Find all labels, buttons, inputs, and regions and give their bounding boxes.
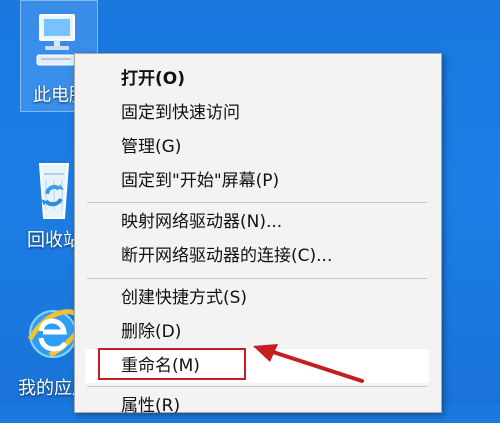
- menu-item-create-shortcut[interactable]: 创建快捷方式(S): [85, 281, 429, 315]
- menu-item-open[interactable]: 打开(O): [85, 62, 429, 96]
- menu-separator: [87, 278, 427, 279]
- menu-item-properties[interactable]: 属性(R): [85, 389, 429, 423]
- menu-item-disconnect-network-drive[interactable]: 断开网络驱动器的连接(C)...: [85, 239, 429, 273]
- menu-item-pin-start[interactable]: 固定到"开始"屏幕(P): [85, 164, 429, 198]
- menu-item-delete[interactable]: 删除(D): [85, 315, 429, 349]
- context-menu: 打开(O) 固定到快速访问 管理(G) 固定到"开始"屏幕(P) 映射网络驱动器…: [74, 53, 442, 416]
- menu-item-manage[interactable]: 管理(G): [85, 130, 429, 164]
- menu-item-rename[interactable]: 重命名(M): [85, 349, 429, 383]
- menu-item-pin-quick-access[interactable]: 固定到快速访问: [85, 96, 429, 130]
- menu-separator: [87, 386, 427, 387]
- menu-item-map-network-drive[interactable]: 映射网络驱动器(N)...: [85, 205, 429, 239]
- menu-separator: [87, 202, 427, 203]
